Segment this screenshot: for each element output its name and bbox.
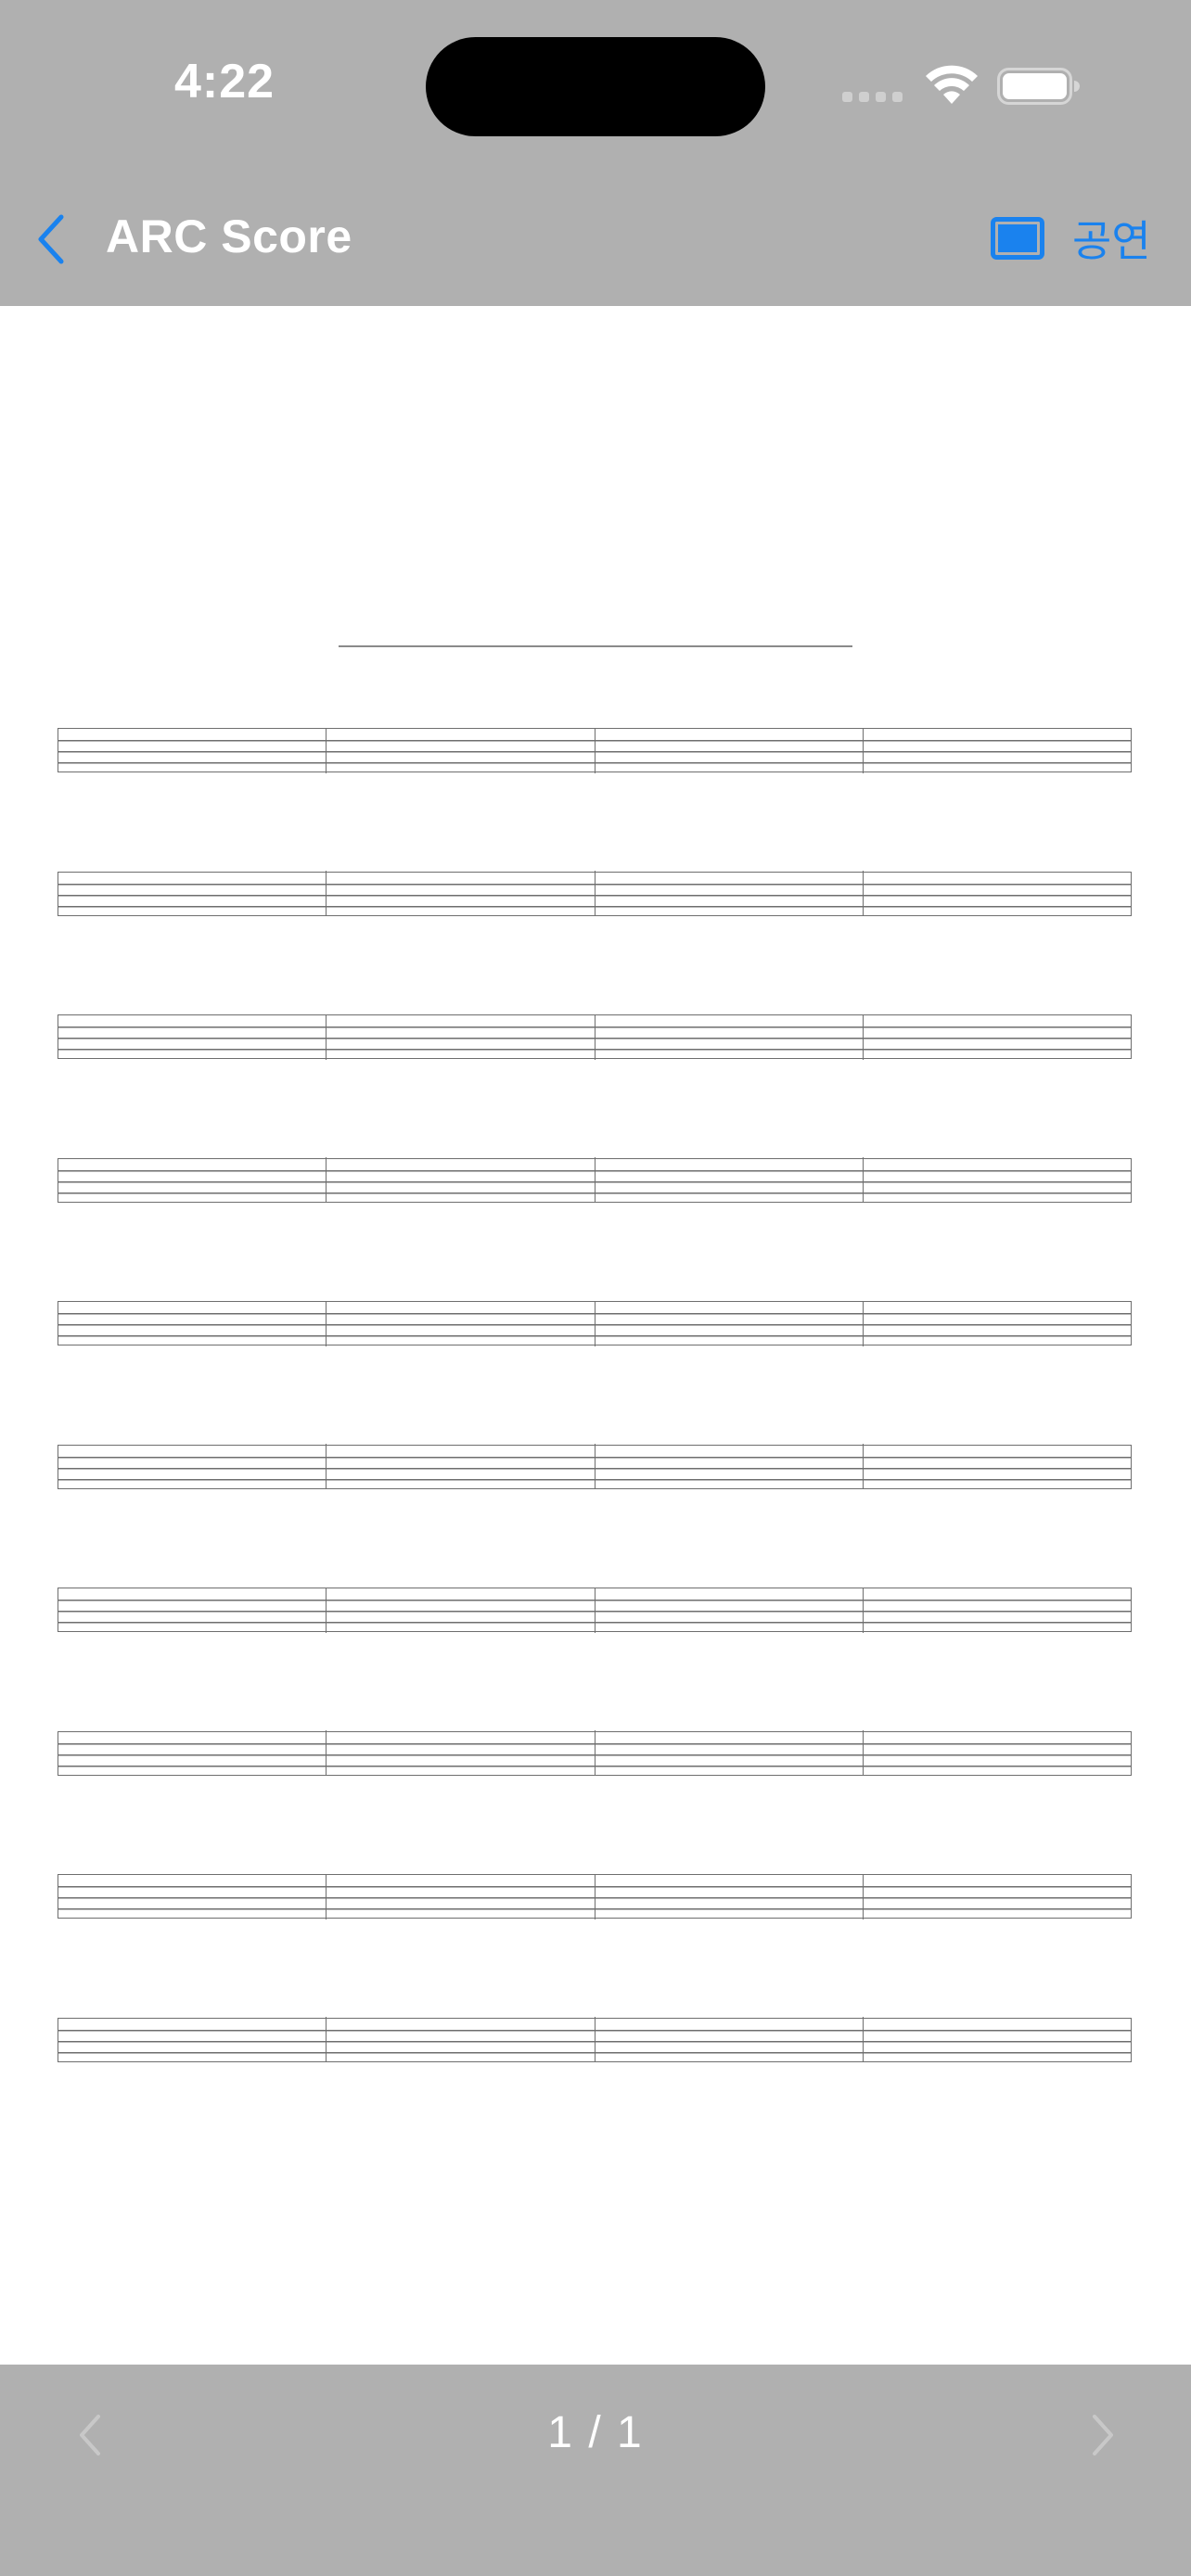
- staff-system[interactable]: [58, 1014, 1132, 1060]
- barline: [594, 1157, 596, 1203]
- staff-system[interactable]: [58, 1730, 1132, 1776]
- staff-system[interactable]: [58, 1157, 1132, 1203]
- barline: [326, 871, 327, 916]
- page-title: ARC Score: [106, 210, 352, 262]
- barline: [326, 727, 327, 773]
- barline: [863, 1873, 864, 1919]
- barline: [594, 1014, 596, 1060]
- barline: [326, 1730, 327, 1776]
- next-page-button[interactable]: [1083, 2407, 1121, 2463]
- barline: [863, 1730, 864, 1776]
- barline: [594, 1444, 596, 1489]
- barline: [326, 1444, 327, 1489]
- barline: [863, 1014, 864, 1060]
- barline: [863, 871, 864, 916]
- screen-icon: [991, 217, 1044, 260]
- status-time: 4:22: [174, 55, 275, 108]
- dynamic-island: [426, 37, 765, 136]
- barline: [594, 1300, 596, 1346]
- staff-system[interactable]: [58, 871, 1132, 916]
- barline: [594, 871, 596, 916]
- barline: [326, 1587, 327, 1633]
- barline: [863, 1444, 864, 1489]
- staff-system[interactable]: [58, 1300, 1132, 1346]
- barline: [326, 1157, 327, 1203]
- barline: [326, 2017, 327, 2062]
- barline: [594, 727, 596, 773]
- barline: [326, 1300, 327, 1346]
- staff-system[interactable]: [58, 1873, 1132, 1919]
- barline: [594, 1873, 596, 1919]
- top-bar: 4:22 ARC Score 공연: [0, 0, 1191, 306]
- wifi-icon: [926, 65, 978, 104]
- barline: [594, 1587, 596, 1633]
- barline: [594, 2017, 596, 2062]
- barline: [594, 1730, 596, 1776]
- battery-icon: [997, 68, 1080, 105]
- barline: [863, 727, 864, 773]
- cellular-signal-icon: [842, 92, 903, 105]
- back-button[interactable]: [33, 210, 70, 269]
- barline: [863, 1587, 864, 1633]
- barline: [863, 1157, 864, 1203]
- staff-system[interactable]: [58, 2017, 1132, 2062]
- score-title-line[interactable]: [339, 645, 852, 647]
- barline: [326, 1014, 327, 1060]
- barline: [863, 1300, 864, 1346]
- perform-button[interactable]: 공연: [991, 206, 1151, 271]
- bottom-bar: 1 / 1: [0, 2365, 1191, 2576]
- perform-label: 공연: [1072, 216, 1151, 266]
- page-indicator: 1 / 1: [547, 2408, 644, 2457]
- barline: [326, 1873, 327, 1919]
- staff-system[interactable]: [58, 1444, 1132, 1489]
- staff-system[interactable]: [58, 1587, 1132, 1633]
- barline: [863, 2017, 864, 2062]
- staff-system[interactable]: [58, 727, 1132, 773]
- score-page: [0, 306, 1191, 2365]
